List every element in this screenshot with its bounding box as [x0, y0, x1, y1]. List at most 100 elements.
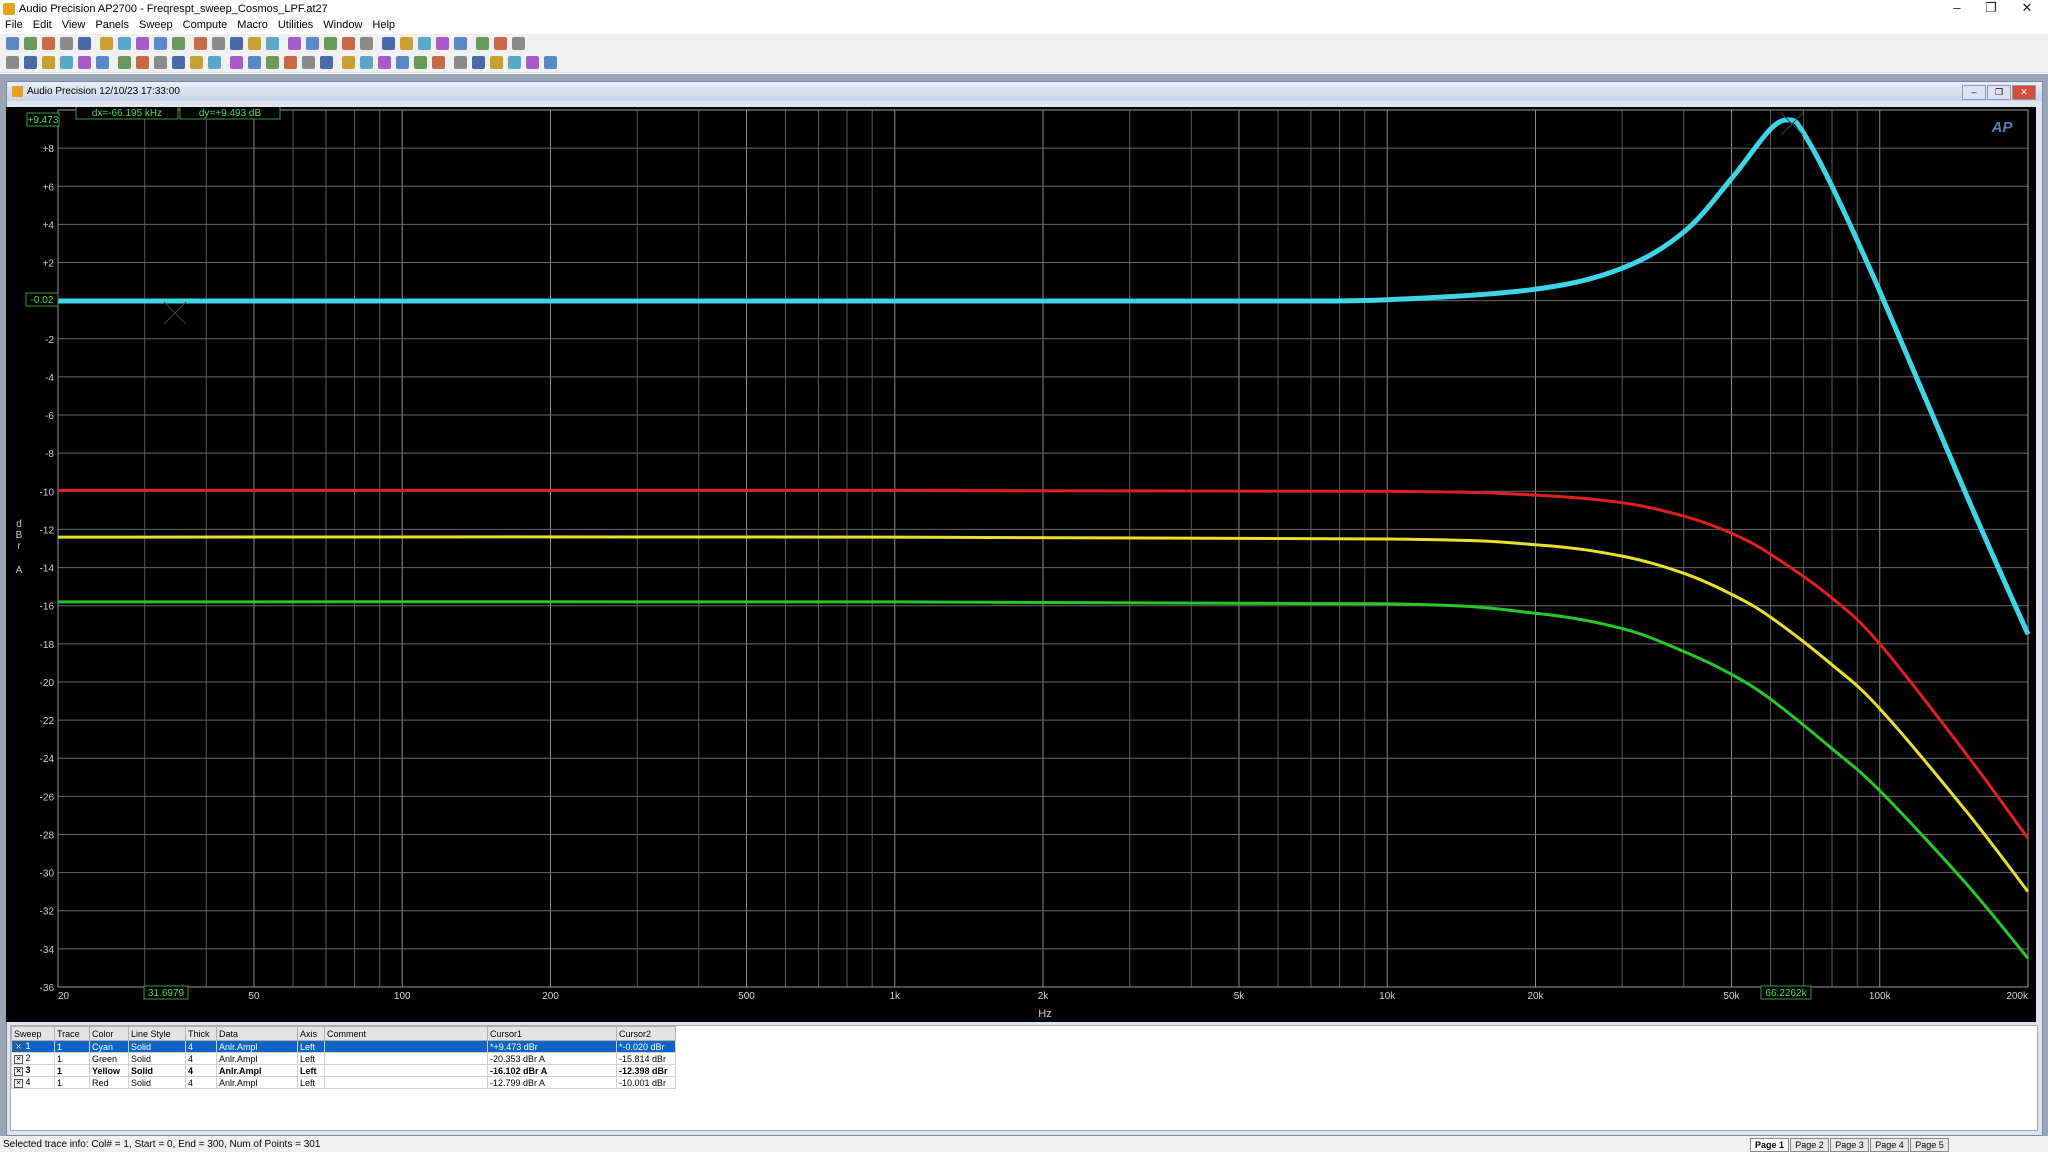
- cell-color[interactable]: Red: [89, 1076, 129, 1089]
- cell-sweep[interactable]: ✕ 3: [11, 1064, 55, 1077]
- col-comment[interactable]: Comment: [324, 1026, 488, 1041]
- toolbar1-button-13[interactable]: [230, 37, 243, 50]
- cell-cursor1[interactable]: -12.799 dBr A: [487, 1076, 617, 1089]
- cell-cursor1[interactable]: *+9.473 dBr: [487, 1040, 617, 1053]
- cell-line-style[interactable]: Solid: [128, 1040, 186, 1053]
- trace-enable-checkbox[interactable]: ✕: [14, 1055, 23, 1064]
- toolbar1-button-24[interactable]: [436, 37, 449, 50]
- toolbar1-button-9[interactable]: [154, 37, 167, 50]
- col-cursor2[interactable]: Cursor2: [616, 1026, 676, 1041]
- graph-window-titlebar[interactable]: Audio Precision 12/10/23 17:33:00 – ❐ ✕: [7, 82, 2042, 101]
- cell-comment[interactable]: [324, 1076, 488, 1089]
- cell-data[interactable]: Anlr.Ampl: [216, 1076, 298, 1089]
- menu-file[interactable]: File: [0, 18, 28, 31]
- col-sweep[interactable]: Sweep: [11, 1026, 55, 1041]
- graph-restore-button[interactable]: ❐: [1987, 85, 2011, 100]
- cell-cursor2[interactable]: -12.398 dBr: [616, 1064, 676, 1077]
- cell-cursor2[interactable]: *-0.020 dBr: [616, 1040, 676, 1053]
- toolbar1-button-5[interactable]: [78, 37, 91, 50]
- cell-trace[interactable]: 1: [54, 1076, 90, 1089]
- col-data[interactable]: Data: [216, 1026, 298, 1041]
- toolbar2-button-6[interactable]: [96, 56, 109, 69]
- close-button[interactable]: ✕: [2010, 0, 2044, 18]
- toolbar2-button-20[interactable]: [360, 56, 373, 69]
- toolbar2-button-12[interactable]: [208, 56, 221, 69]
- cell-trace[interactable]: 1: [54, 1040, 90, 1053]
- trace-enable-checkbox[interactable]: ✕: [14, 1067, 23, 1076]
- toolbar2-button-9[interactable]: [154, 56, 167, 69]
- cell-data[interactable]: Anlr.Ampl: [216, 1052, 298, 1065]
- cell-color[interactable]: Cyan: [89, 1040, 129, 1053]
- table-row[interactable]: ✕ 4 1 Red Solid 4 Anlr.Ampl Left -12.799 dBr A-…: [11, 1076, 676, 1089]
- toolbar2-button-29[interactable]: [526, 56, 539, 69]
- col-color[interactable]: Color: [89, 1026, 129, 1041]
- toolbar1-button-8[interactable]: [136, 37, 149, 50]
- toolbar2-button-28[interactable]: [508, 56, 521, 69]
- toolbar1-button-26[interactable]: [476, 37, 489, 50]
- menu-edit[interactable]: Edit: [28, 18, 57, 31]
- toolbar2-button-13[interactable]: [230, 56, 243, 69]
- toolbar1-button-18[interactable]: [324, 37, 337, 50]
- menu-view[interactable]: View: [57, 18, 91, 31]
- cell-sweep[interactable]: ✕ 1: [11, 1040, 55, 1053]
- page-tab-3[interactable]: Page 3: [1830, 1138, 1869, 1152]
- toolbar2-button-24[interactable]: [432, 56, 445, 69]
- graph-minimize-button[interactable]: –: [1962, 85, 1986, 100]
- toolbar2-button-22[interactable]: [396, 56, 409, 69]
- cell-thick[interactable]: 4: [185, 1052, 217, 1065]
- toolbar1-button-16[interactable]: [288, 37, 301, 50]
- toolbar2-button-25[interactable]: [454, 56, 467, 69]
- col-trace[interactable]: Trace: [54, 1026, 90, 1041]
- menu-window[interactable]: Window: [318, 18, 367, 31]
- toolbar2-button-3[interactable]: [42, 56, 55, 69]
- menu-sweep[interactable]: Sweep: [134, 18, 178, 31]
- toolbar2-button-26[interactable]: [472, 56, 485, 69]
- menu-macro[interactable]: Macro: [232, 18, 273, 31]
- toolbar2-button-1[interactable]: [6, 56, 19, 69]
- toolbar1-button-15[interactable]: [266, 37, 279, 50]
- page-tab-2[interactable]: Page 2: [1790, 1138, 1829, 1152]
- cell-line-style[interactable]: Solid: [128, 1076, 186, 1089]
- cell-thick[interactable]: 4: [185, 1064, 217, 1077]
- toolbar2-button-19[interactable]: [342, 56, 355, 69]
- cell-thick[interactable]: 4: [185, 1076, 217, 1089]
- toolbar2-button-16[interactable]: [284, 56, 297, 69]
- toolbar1-button-21[interactable]: [382, 37, 395, 50]
- toolbar1-button-17[interactable]: [306, 37, 319, 50]
- frequency-response-plot[interactable]: +8 +6 +4 +2 -2 -4 -6 -8 -10 -12 -14 -16 -18 -20 -22 -24…: [6, 107, 2036, 1022]
- toolbar2-button-2[interactable]: [24, 56, 37, 69]
- cell-axis[interactable]: Left: [297, 1076, 325, 1089]
- cell-trace[interactable]: 1: [54, 1052, 90, 1065]
- minimize-button[interactable]: –: [1940, 0, 1974, 18]
- trace-enable-checkbox[interactable]: ✕: [14, 1043, 23, 1052]
- cell-color[interactable]: Yellow: [89, 1064, 129, 1077]
- cell-axis[interactable]: Left: [297, 1064, 325, 1077]
- toolbar1-button-10[interactable]: [172, 37, 185, 50]
- cell-trace[interactable]: 1: [54, 1064, 90, 1077]
- toolbar1-button-7[interactable]: [118, 37, 131, 50]
- toolbar2-button-21[interactable]: [378, 56, 391, 69]
- menu-panels[interactable]: Panels: [90, 18, 134, 31]
- toolbar2-button-30[interactable]: [544, 56, 557, 69]
- toolbar2-button-11[interactable]: [190, 56, 203, 69]
- page-tab-4[interactable]: Page 4: [1870, 1138, 1909, 1152]
- col-line-style[interactable]: Line Style: [128, 1026, 186, 1041]
- cell-cursor1[interactable]: -20.353 dBr A: [487, 1052, 617, 1065]
- toolbar1-button-23[interactable]: [418, 37, 431, 50]
- cell-cursor1[interactable]: -16.102 dBr A: [487, 1064, 617, 1077]
- col-cursor1[interactable]: Cursor1: [487, 1026, 617, 1041]
- toolbar2-button-27[interactable]: [490, 56, 503, 69]
- cell-data[interactable]: Anlr.Ampl: [216, 1040, 298, 1053]
- restore-button[interactable]: ❐: [1974, 0, 2008, 18]
- toolbar2-button-10[interactable]: [172, 56, 185, 69]
- table-row[interactable]: ✕ 2 1 Green Solid 4 Anlr.Ampl Left -20.353 dBr …: [11, 1052, 676, 1065]
- cell-comment[interactable]: [324, 1052, 488, 1065]
- toolbar1-button-27[interactable]: [494, 37, 507, 50]
- table-row[interactable]: ✕ 1 1 Cyan Solid 4 Anlr.Ampl Left *+9.473 dBr *-…: [11, 1040, 676, 1053]
- table-row[interactable]: ✕ 3 1 Yellow Solid 4 Anlr.Ampl Left -16.102 dBr…: [11, 1064, 676, 1077]
- toolbar2-button-5[interactable]: [78, 56, 91, 69]
- toolbar1-button-1[interactable]: [6, 37, 19, 50]
- toolbar2-button-8[interactable]: [136, 56, 149, 69]
- cell-comment[interactable]: [324, 1064, 488, 1077]
- toolbar1-button-6[interactable]: [100, 37, 113, 50]
